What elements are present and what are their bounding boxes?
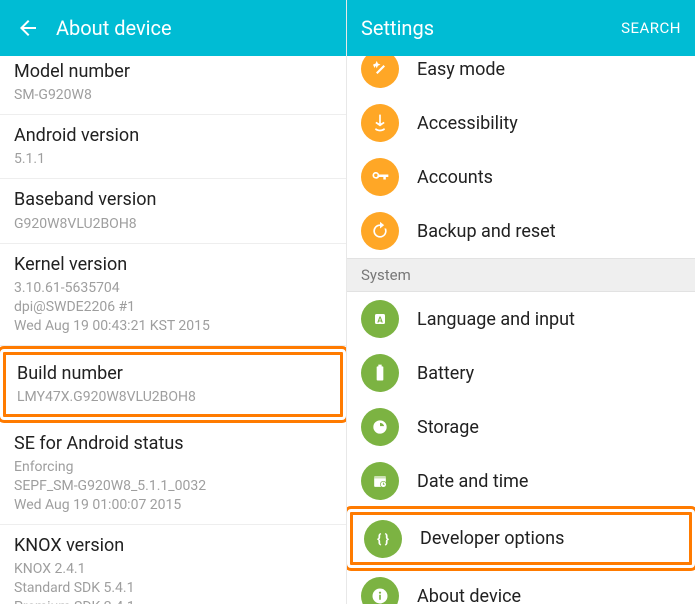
search-button[interactable]: SEARCH: [621, 19, 681, 37]
setting-label: Storage: [417, 417, 479, 438]
highlight-developer-options: { } Developer options: [350, 512, 692, 565]
setting-label: Accessibility: [417, 113, 518, 134]
system-section-header: System: [347, 258, 695, 292]
storage-icon: [361, 408, 399, 446]
setting-label: Easy mode: [417, 59, 505, 80]
settings-title: Settings: [361, 16, 621, 40]
setting-label: Developer options: [420, 528, 564, 549]
setting-easy-mode[interactable]: Easy mode: [347, 56, 695, 96]
settings-panel: Settings SEARCH Easy mode Accessibility …: [347, 0, 695, 604]
info-title: KNOX version: [14, 534, 332, 558]
setting-about-device[interactable]: About device: [347, 569, 695, 604]
settings-appbar: Settings SEARCH: [347, 0, 695, 56]
key-icon: [361, 158, 399, 196]
battery-icon: [361, 354, 399, 392]
braces-icon: { }: [364, 520, 402, 558]
setting-backup-reset[interactable]: Backup and reset: [347, 204, 695, 258]
language-icon: A: [361, 300, 399, 338]
arrow-left-icon: [16, 16, 40, 40]
info-title: Kernel version: [14, 253, 332, 277]
info-knox-version[interactable]: KNOX version KNOX 2.4.1 Standard SDK 5.4…: [0, 525, 346, 604]
setting-label: About device: [417, 586, 521, 604]
about-appbar: About device: [0, 0, 346, 56]
info-title: SE for Android status: [14, 432, 332, 456]
svg-text:{ }: { }: [377, 532, 390, 547]
about-device-panel: About device Model number SM-G920W8 Andr…: [0, 0, 347, 604]
info-sub: SM-G920W8: [14, 86, 332, 105]
info-title: Build number: [17, 362, 329, 386]
info-sub: 3.10.61-5635704 dpi@SWDE2206 #1 Wed Aug …: [14, 279, 332, 336]
backup-icon: [361, 212, 399, 250]
svg-text:A: A: [377, 315, 383, 325]
info-sub: Enforcing SEPF_SM-G920W8_5.1.1_0032 Wed …: [14, 458, 332, 515]
setting-storage[interactable]: Storage: [347, 400, 695, 454]
setting-label: Date and time: [417, 471, 528, 492]
info-model-number[interactable]: Model number SM-G920W8: [0, 56, 346, 115]
about-title: About device: [56, 16, 332, 40]
info-sub: KNOX 2.4.1 Standard SDK 5.4.1 Premium SD…: [14, 560, 332, 604]
info-baseband-version[interactable]: Baseband version G920W8VLU2BOH8: [0, 179, 346, 243]
settings-list[interactable]: Easy mode Accessibility Accounts Backup …: [347, 56, 695, 604]
info-kernel-version[interactable]: Kernel version 3.10.61-5635704 dpi@SWDE2…: [0, 244, 346, 346]
info-se-android-status[interactable]: SE for Android status Enforcing SEPF_SM-…: [0, 423, 346, 525]
info-title: Android version: [14, 124, 332, 148]
info-title: Model number: [14, 60, 332, 84]
setting-label: Backup and reset: [417, 221, 556, 242]
setting-accounts[interactable]: Accounts: [347, 150, 695, 204]
info-build-number[interactable]: Build number LMY47X.G920W8VLU2BOH8: [6, 355, 340, 414]
info-android-version[interactable]: Android version 5.1.1: [0, 115, 346, 179]
highlight-build-number: Build number LMY47X.G920W8VLU2BOH8: [3, 352, 343, 417]
setting-label: Language and input: [417, 309, 575, 330]
calendar-icon: [361, 462, 399, 500]
info-sub: G920W8VLU2BOH8: [14, 215, 332, 234]
info-sub: LMY47X.G920W8VLU2BOH8: [17, 388, 329, 407]
setting-developer-options[interactable]: { } Developer options: [353, 515, 689, 562]
info-title: Baseband version: [14, 188, 332, 212]
back-button[interactable]: [14, 14, 42, 42]
setting-label: Accounts: [417, 167, 493, 188]
setting-language-input[interactable]: A Language and input: [347, 292, 695, 346]
setting-battery[interactable]: Battery: [347, 346, 695, 400]
setting-accessibility[interactable]: Accessibility: [347, 96, 695, 150]
setting-date-time[interactable]: Date and time: [347, 454, 695, 508]
info-icon: [361, 577, 399, 604]
setting-label: Battery: [417, 363, 474, 384]
info-sub: 5.1.1: [14, 150, 332, 169]
about-list[interactable]: Model number SM-G920W8 Android version 5…: [0, 56, 346, 604]
wand-icon: [361, 56, 399, 88]
hand-icon: [361, 104, 399, 142]
